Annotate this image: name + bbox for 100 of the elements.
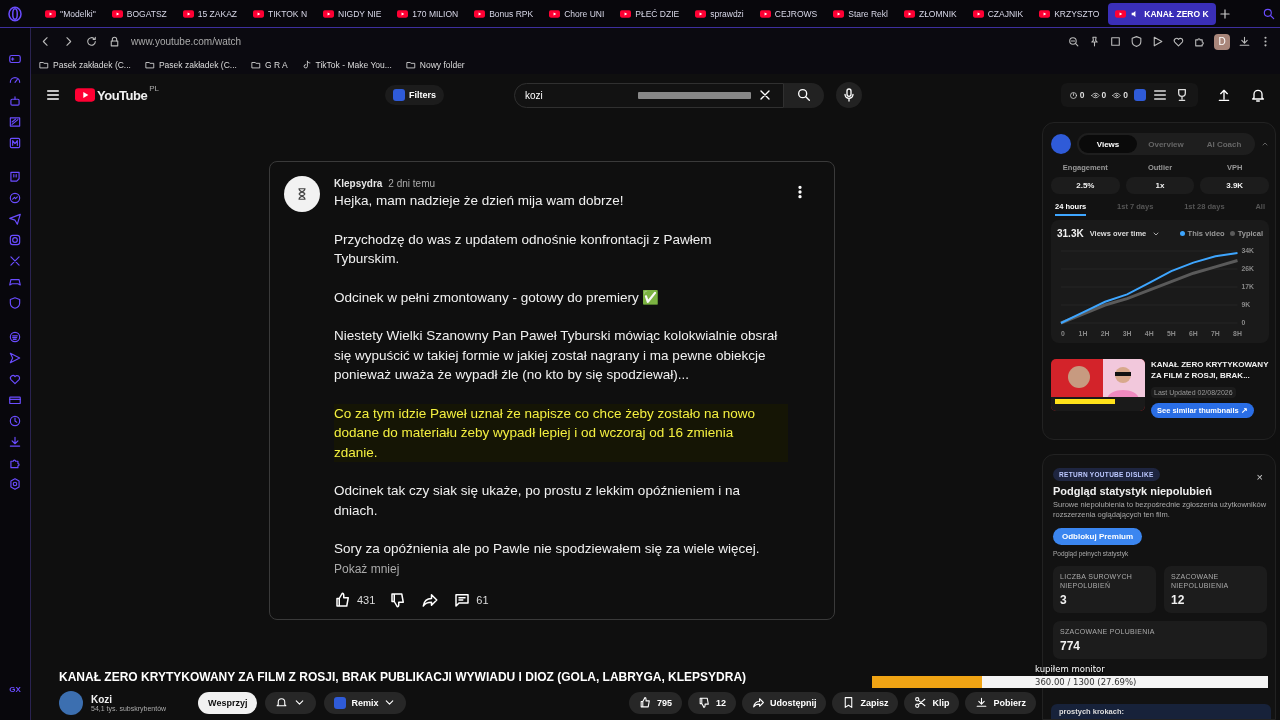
address-field[interactable]: www.youtube.com/watch <box>131 36 242 47</box>
browser-tab[interactable]: BOGATSZ <box>104 2 174 25</box>
bookmark[interactable]: Pasek zakładek (C... <box>39 59 131 70</box>
puzzle-icon[interactable] <box>1193 35 1206 48</box>
list-icon[interactable] <box>1152 87 1168 103</box>
video-title[interactable]: KANAŁ ZERO KRYTYKOWANY ZA FILM Z ROSJI, BRAK... <box>1151 359 1269 381</box>
youtube-icon <box>620 9 632 18</box>
browser-tab[interactable]: Bonus RPK <box>467 2 541 25</box>
news-icon[interactable] <box>8 115 22 129</box>
browser-tab[interactable]: Stare Rekl <box>826 2 895 25</box>
voice-search-button[interactable] <box>836 82 862 108</box>
zoom-out-icon[interactable] <box>1067 35 1080 48</box>
comment-text: Hejka, mam nadzieje że dzień mija wam dobrze! <box>334 192 625 210</box>
opera-icon[interactable] <box>6 4 24 23</box>
browser-tab[interactable]: 15 ZAKAZ <box>175 2 244 25</box>
remix-button[interactable]: Remix <box>324 691 407 714</box>
settings-icon[interactable] <box>8 477 22 491</box>
search-button[interactable] <box>784 82 824 108</box>
show-less-link[interactable]: Pokaż mniej <box>334 561 400 576</box>
extension-icon[interactable] <box>1134 89 1146 101</box>
robot-icon[interactable] <box>8 94 22 108</box>
upload-icon[interactable] <box>1216 87 1232 103</box>
bell-icon[interactable] <box>1250 87 1266 103</box>
collapse-icon[interactable] <box>1261 140 1269 148</box>
youtube-icon <box>75 88 95 102</box>
lock-icon <box>108 35 121 48</box>
x-icon[interactable] <box>8 254 22 268</box>
comment-time: 2 dni temu <box>388 178 436 189</box>
filters-button[interactable]: Filters <box>385 85 444 105</box>
browser-tab[interactable]: ''Modelki'' <box>38 2 103 25</box>
channel-name[interactable]: Kozi <box>91 693 167 705</box>
browser-tab[interactable]: CZAJNIK <box>965 2 1031 25</box>
browser-tab[interactable]: 170 MILION <box>390 2 466 25</box>
dislike-button[interactable]: 12 <box>687 691 736 714</box>
youtube-icon <box>474 9 486 18</box>
download-icon[interactable] <box>1238 35 1251 48</box>
search-field[interactable]: kozi <box>514 82 784 108</box>
shield-icon[interactable] <box>1130 35 1143 48</box>
like-button[interactable]: 795 <box>628 691 682 714</box>
stat-value: 3 <box>1060 593 1068 607</box>
like-button[interactable]: 431 <box>334 590 376 609</box>
browser-tab[interactable]: ZŁOMNIK <box>896 2 964 25</box>
bell-icon <box>275 696 289 709</box>
browser-tab[interactable]: KANAŁ ZERO K <box>1108 2 1216 25</box>
reload-icon[interactable] <box>85 35 98 48</box>
browser-tab[interactable]: CEJROWS <box>752 2 825 25</box>
new-tab-icon[interactable] <box>1217 6 1232 21</box>
bookmark[interactable]: Pasek zakładek (C... <box>144 59 237 70</box>
youtube-icon <box>253 9 264 18</box>
support-button[interactable]: Wesprzyj <box>198 691 258 714</box>
music-circle-icon[interactable] <box>8 330 22 344</box>
paper-plane-icon[interactable] <box>8 212 22 226</box>
browser-tab[interactable]: Chore UNI <box>542 2 612 25</box>
share-icon <box>751 696 765 709</box>
channel-avatar[interactable] <box>59 690 83 715</box>
puzzle-icon[interactable] <box>8 456 22 470</box>
counter-value: 0 <box>1123 90 1128 100</box>
notifications-button[interactable] <box>265 691 317 714</box>
site-logo[interactable]: YouTube <box>97 87 148 103</box>
wallet-icon[interactable] <box>8 393 22 407</box>
send-icon[interactable] <box>8 351 22 365</box>
gamepad-icon[interactable] <box>8 52 22 66</box>
messenger-icon[interactable] <box>8 191 22 205</box>
download-button[interactable]: Pobierz <box>965 691 1036 714</box>
youtube-icon <box>549 9 561 18</box>
comment-text: Co za tym idzie Paweł uznał że napisze co chce żeby zostało na nowo dodane do materiału żeby wypadł lepiej i od wczoraj od 16 zmienia zdanie. <box>334 403 788 462</box>
camera-icon[interactable] <box>8 233 22 247</box>
m-square-icon[interactable] <box>8 136 22 150</box>
premium-button[interactable]: Odblokuj Premium <box>1053 528 1143 545</box>
play-icon[interactable] <box>1151 35 1164 48</box>
stat-value: 12 <box>1171 593 1186 607</box>
browser-tab[interactable]: NIGDY NIE <box>316 2 389 25</box>
comment-text: Sory za opóźnienia ale po Pawle nie spodziewałem się za wiele więcej. <box>334 540 761 558</box>
comment-author[interactable]: Klepsydra <box>334 178 383 189</box>
comment-text: Odcinek tak czy siak się ukaże, po prostu z lekkim opóźnieniem i na dniach. <box>334 482 741 520</box>
menu-icon[interactable] <box>45 87 61 103</box>
search-icon[interactable] <box>1262 6 1276 21</box>
browser-tab[interactable]: KRZYSZTO <box>1032 2 1107 25</box>
browser-tab[interactable]: sprawdzi <box>688 2 751 25</box>
bookmark[interactable]: G R A <box>250 59 288 70</box>
panel-tab[interactable]: Views <box>1079 135 1137 153</box>
save-button[interactable]: Zapisz <box>832 691 899 714</box>
close-button[interactable]: × <box>1256 471 1263 483</box>
replies-button[interactable]: 61 <box>453 590 489 609</box>
sidebar-logo: GX <box>9 685 21 694</box>
youtube-icon <box>695 9 707 18</box>
comment-text: Przychodzę do was z updatem odnośnie konfrontacji z Pawłem Tyburskim. <box>334 230 713 268</box>
clip-button[interactable]: Klip <box>904 691 960 714</box>
comment-text: Odcinek w pełni zmontowany - gotowy do premiery ✅ <box>334 288 661 307</box>
scissors-icon <box>914 696 928 709</box>
download-icon <box>975 696 989 709</box>
bookmark[interactable]: Nowy folder <box>405 59 465 70</box>
pin-icon[interactable] <box>1088 35 1101 48</box>
heart-icon[interactable] <box>1172 35 1185 48</box>
snapshot-icon[interactable] <box>1109 35 1122 48</box>
browser-tab[interactable]: PŁEĆ DZIE <box>613 2 687 25</box>
browser-tab[interactable]: TIKTOK N <box>246 2 315 25</box>
youtube-icon <box>397 9 409 18</box>
bookmark[interactable]: TikTok - Make You... <box>301 59 392 70</box>
share-button[interactable]: Udostępnij <box>741 691 827 714</box>
